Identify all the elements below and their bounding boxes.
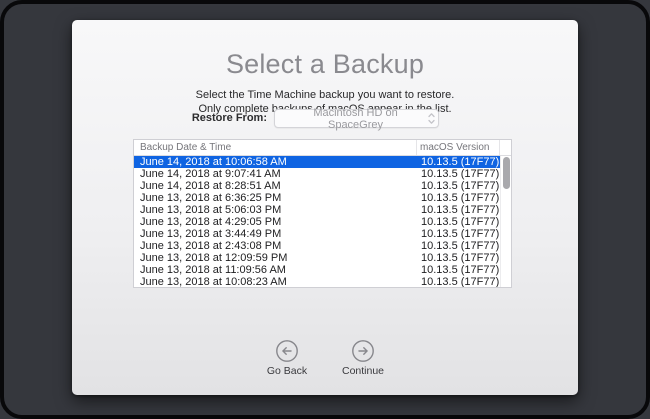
restore-from-label: Restore From:	[72, 109, 267, 128]
go-back-label: Go Back	[267, 365, 307, 377]
macos-version: 10.13.5 (17F77)	[417, 216, 501, 228]
backup-datetime: June 13, 2018 at 6:36:25 PM	[134, 192, 417, 204]
chevron-up-down-icon	[424, 110, 438, 127]
table-row[interactable]: June 14, 2018 at 9:07:41 AM 10.13.5 (17F…	[134, 168, 501, 180]
macos-version: 10.13.5 (17F77)	[417, 204, 501, 216]
macos-version: 10.13.5 (17F77)	[417, 228, 501, 240]
table-header-row: Backup Date & Time macOS Version	[134, 140, 511, 156]
backup-datetime: June 13, 2018 at 3:44:49 PM	[134, 228, 417, 240]
table-row[interactable]: June 14, 2018 at 8:28:51 AM 10.13.5 (17F…	[134, 180, 501, 192]
table-row[interactable]: June 13, 2018 at 2:43:08 PM 10.13.5 (17F…	[134, 240, 501, 252]
restore-from-dropdown[interactable]: Macintosh HD on SpaceGrey	[274, 109, 439, 128]
backup-datetime: June 14, 2018 at 9:07:41 AM	[134, 168, 417, 180]
macos-version: 10.13.5 (17F77)	[417, 240, 501, 252]
scrollbar-thumb[interactable]	[503, 157, 510, 189]
backup-datetime: June 13, 2018 at 5:06:03 PM	[134, 204, 417, 216]
scrollbar-track[interactable]	[500, 156, 511, 287]
right-arrow-icon	[352, 340, 374, 362]
go-back-button[interactable]: Go Back	[247, 340, 327, 377]
macos-version: 10.13.5 (17F77)	[417, 276, 501, 288]
table-row[interactable]: June 13, 2018 at 3:44:49 PM 10.13.5 (17F…	[134, 228, 501, 240]
continue-button[interactable]: Continue	[323, 340, 403, 377]
table-row[interactable]: June 13, 2018 at 10:08:23 AM 10.13.5 (17…	[134, 276, 501, 288]
table-row[interactable]: June 13, 2018 at 12:09:59 PM 10.13.5 (17…	[134, 252, 501, 264]
backup-datetime: June 14, 2018 at 8:28:51 AM	[134, 180, 417, 192]
restore-window: Select a Backup Select the Time Machine …	[72, 20, 578, 395]
macos-version: 10.13.5 (17F77)	[417, 192, 501, 204]
macos-version: 10.13.5 (17F77)	[417, 264, 501, 276]
table-body: June 14, 2018 at 10:06:58 AM 10.13.5 (17…	[134, 156, 501, 288]
backup-table: Backup Date & Time macOS Version June 14…	[133, 139, 512, 288]
table-row[interactable]: June 13, 2018 at 5:06:03 PM 10.13.5 (17F…	[134, 204, 501, 216]
column-header-datetime: Backup Date & Time	[134, 140, 417, 155]
table-row[interactable]: June 13, 2018 at 4:29:05 PM 10.13.5 (17F…	[134, 216, 501, 228]
table-row[interactable]: June 14, 2018 at 10:06:58 AM 10.13.5 (17…	[134, 156, 501, 168]
backup-datetime: June 14, 2018 at 10:06:58 AM	[134, 156, 417, 168]
table-row[interactable]: June 13, 2018 at 6:36:25 PM 10.13.5 (17F…	[134, 192, 501, 204]
column-header-version: macOS Version	[417, 140, 500, 155]
macos-version: 10.13.5 (17F77)	[417, 156, 501, 168]
macos-version: 10.13.5 (17F77)	[417, 252, 501, 264]
backup-datetime: June 13, 2018 at 12:09:59 PM	[134, 252, 417, 264]
backup-datetime: June 13, 2018 at 10:08:23 AM	[134, 276, 417, 288]
backup-datetime: June 13, 2018 at 11:09:56 AM	[134, 264, 417, 276]
continue-label: Continue	[342, 365, 384, 377]
macos-version: 10.13.5 (17F77)	[417, 180, 501, 192]
macos-version: 10.13.5 (17F77)	[417, 168, 501, 180]
dropdown-selected-value: Macintosh HD on SpaceGrey	[275, 107, 424, 131]
backup-datetime: June 13, 2018 at 2:43:08 PM	[134, 240, 417, 252]
subtitle-line-1: Select the Time Machine backup you want …	[72, 88, 578, 102]
backup-datetime: June 13, 2018 at 4:29:05 PM	[134, 216, 417, 228]
page-title: Select a Backup	[72, 49, 578, 80]
left-arrow-icon	[276, 340, 298, 362]
table-row[interactable]: June 13, 2018 at 11:09:56 AM 10.13.5 (17…	[134, 264, 501, 276]
